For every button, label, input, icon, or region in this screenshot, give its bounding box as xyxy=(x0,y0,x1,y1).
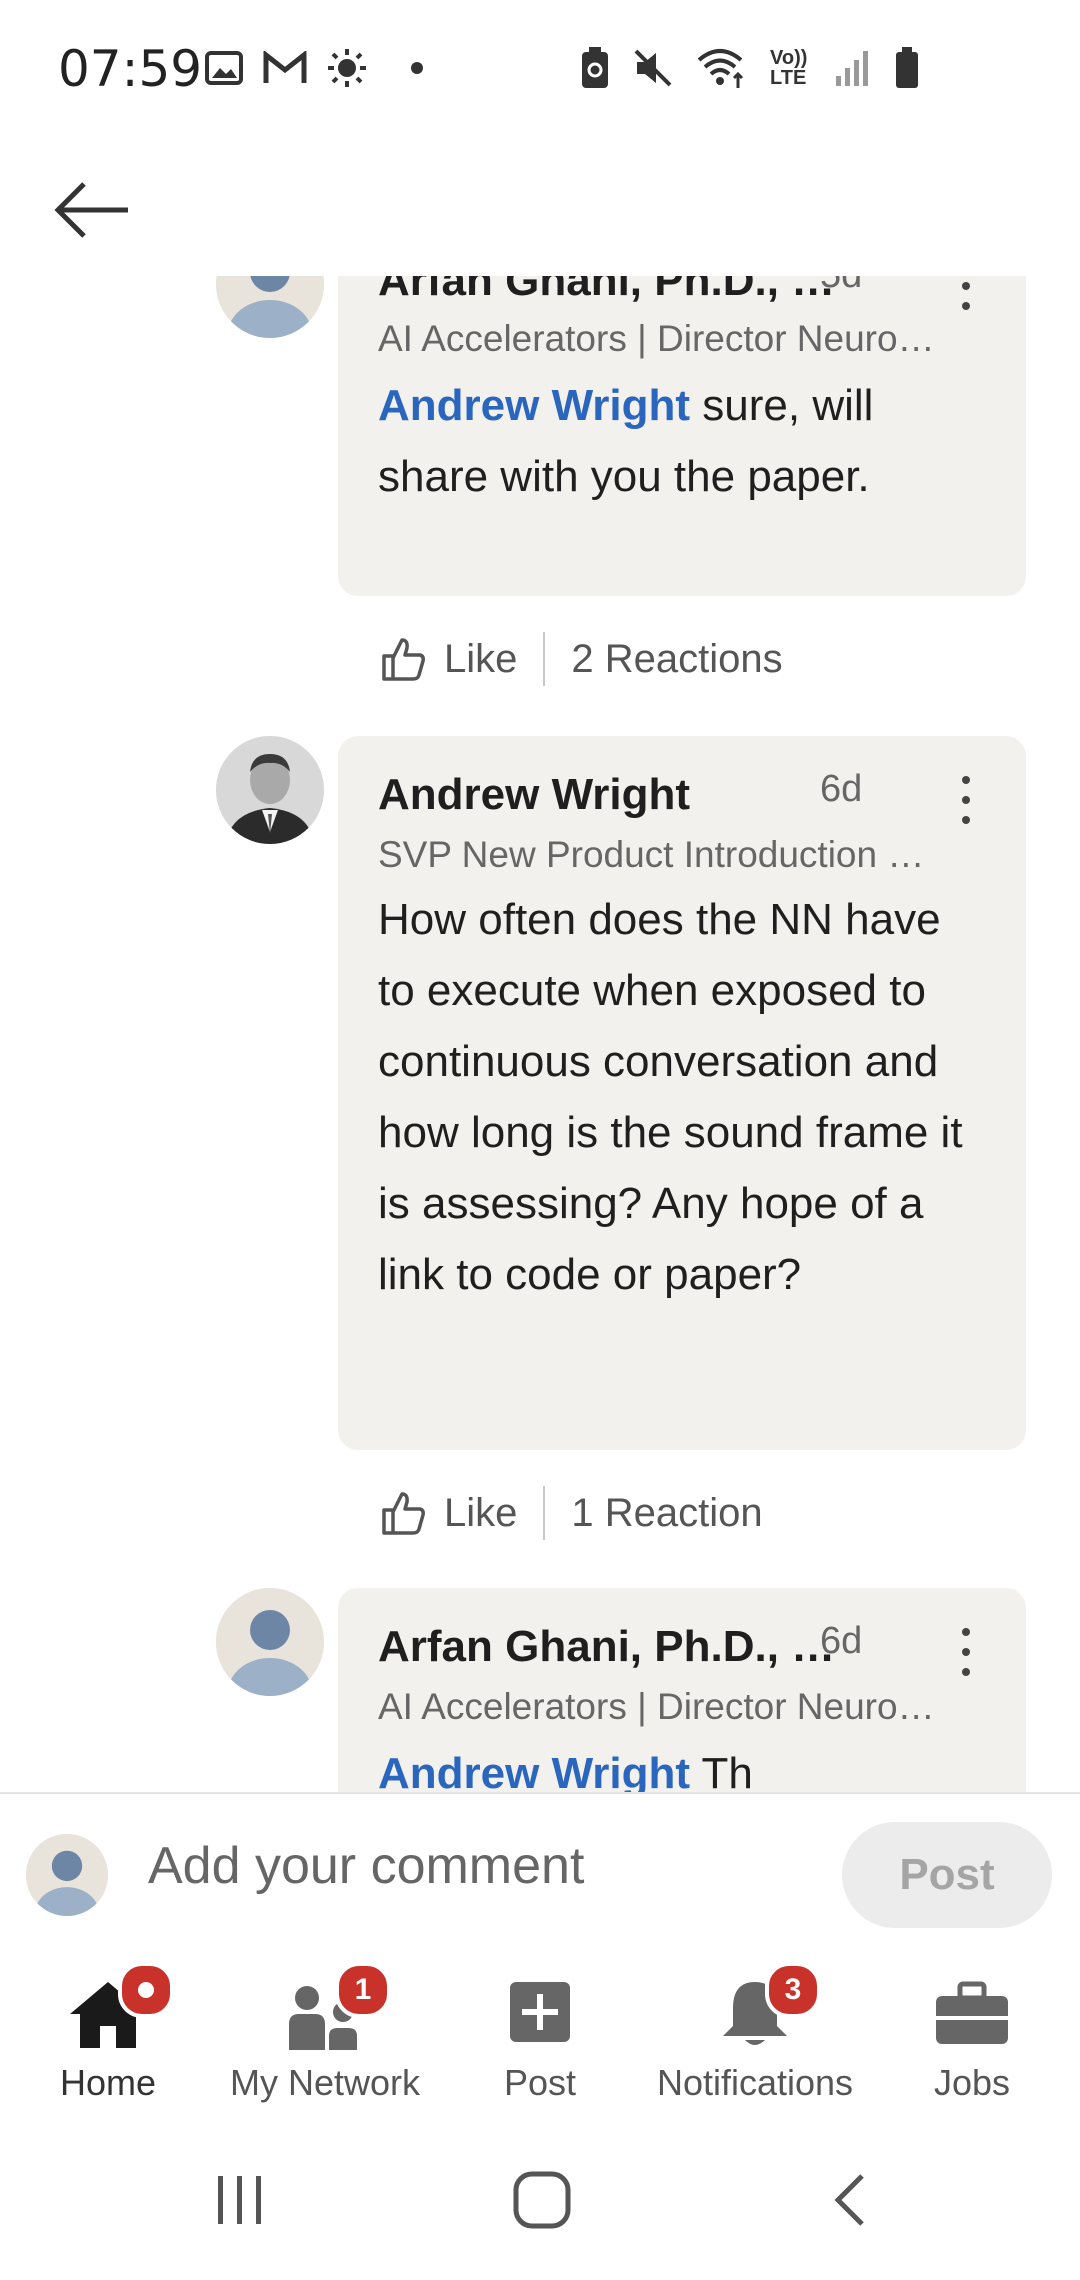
default-avatar-icon xyxy=(216,276,324,338)
reactions-count[interactable]: 1 Reaction xyxy=(571,1491,762,1536)
nav-my-network[interactable]: 1 My Network xyxy=(220,1962,430,2104)
default-avatar-icon xyxy=(26,1834,108,1916)
post-plus-icon xyxy=(510,1982,570,2042)
comment-body: Th xyxy=(690,1749,753,1792)
nav-label: My Network xyxy=(229,2062,421,2103)
my-avatar[interactable] xyxy=(26,1834,108,1916)
nav-home[interactable]: Home xyxy=(48,1962,174,2104)
system-nav-bar xyxy=(0,2124,1080,2280)
nav-jobs[interactable]: Jobs xyxy=(912,1978,1032,2104)
reactions-count[interactable]: 2 Reactions xyxy=(571,637,782,682)
like-button[interactable]: Like xyxy=(444,1491,517,1536)
signal-icon xyxy=(836,51,868,86)
avatar[interactable] xyxy=(216,736,324,844)
badge-count: 3 xyxy=(765,1962,821,2018)
profile-photo-icon xyxy=(216,736,324,844)
bottom-nav: Home 1 My Network Post 3 Notifications J… xyxy=(0,1954,1080,2124)
battery-saver-icon xyxy=(582,47,608,88)
notification-dot xyxy=(118,1962,174,2018)
back-button-icon[interactable] xyxy=(820,2170,880,2230)
status-right-icons: Vo)) LTE xyxy=(580,46,920,90)
comment-text: How often does the NN have to execute wh… xyxy=(378,895,963,1299)
comment-bubble: Andrew Wright 6d SVP New Product Introdu… xyxy=(338,736,1026,1450)
more-options-icon[interactable] xyxy=(956,1622,976,1682)
comment-actions: Like 2 Reactions xyxy=(378,632,783,686)
status-time: 07:59 xyxy=(58,40,203,98)
comment-3: Arfan Ghani, Ph.D., … 6d AI Accelerators… xyxy=(0,1588,1080,1792)
arrow-left-icon[interactable] xyxy=(50,160,140,250)
comment-time: 5d xyxy=(820,276,862,297)
comment-bubble: Arfan Ghani, Ph.D., … 6d AI Accelerators… xyxy=(338,1588,1026,1792)
gallery-icon xyxy=(205,51,243,85)
comment-author[interactable]: Andrew Wright xyxy=(378,770,690,820)
comment-2: Andrew Wright 6d SVP New Product Introdu… xyxy=(0,736,1080,1556)
thumbs-up-icon[interactable] xyxy=(378,634,428,684)
brightness-icon xyxy=(328,49,366,87)
mute-icon xyxy=(634,49,672,87)
comment-text: Andrew Wright sure, will share with you … xyxy=(378,370,988,512)
avatar[interactable] xyxy=(216,1588,324,1696)
comment-headline: AI Accelerators | Director Neuro… xyxy=(378,1686,935,1727)
avatar[interactable] xyxy=(216,276,324,338)
comment-time: 6d xyxy=(820,768,863,810)
nav-label: Notifications xyxy=(656,2062,854,2103)
comment-author[interactable]: Arfan Ghani, Ph.D., … xyxy=(378,276,835,306)
action-divider xyxy=(543,632,546,686)
default-avatar-icon xyxy=(216,1588,324,1696)
like-button[interactable]: Like xyxy=(444,637,517,682)
comment-composer: Add your comment Post xyxy=(0,1792,1080,1956)
comment-text: Andrew Wright Th xyxy=(378,1738,988,1792)
more-options-icon[interactable] xyxy=(956,770,976,830)
mention-link[interactable]: Andrew Wright xyxy=(378,381,690,430)
battery-icon xyxy=(896,47,918,88)
wifi-icon xyxy=(697,49,744,88)
nav-label: Post xyxy=(503,2062,577,2103)
comment-time: 6d xyxy=(820,1620,863,1662)
thumbs-up-icon[interactable] xyxy=(378,1488,428,1538)
home-button-icon[interactable] xyxy=(510,2168,574,2232)
comment-bubble: Arfan Ghani, Ph.D., … 5d AI Accelerators… xyxy=(338,276,1026,596)
nav-notifications[interactable]: 3 Notifications xyxy=(640,1962,870,2104)
action-divider xyxy=(543,1486,546,1540)
nav-post[interactable]: Post xyxy=(480,1978,600,2104)
briefcase-icon xyxy=(936,1981,1008,2044)
gmail-icon xyxy=(263,51,307,83)
comment-author[interactable]: Arfan Ghani, Ph.D., … xyxy=(378,1622,835,1672)
comment-headline: AI Accelerators | Director Neuro… xyxy=(378,318,935,359)
badge-count: 1 xyxy=(335,1962,391,2018)
status-bar: 07:59 Vo)) LTE xyxy=(0,0,1080,140)
recent-apps-icon[interactable] xyxy=(210,2170,270,2230)
nav-label: Jobs xyxy=(933,2062,1011,2103)
comments-list[interactable]: Arfan Ghani, Ph.D., … 5d AI Accelerators… xyxy=(0,276,1080,1792)
volte-icon: Vo)) LTE xyxy=(770,47,808,89)
comment-headline: SVP New Product Introduction … xyxy=(378,834,925,875)
comment-actions: Like 1 Reaction xyxy=(378,1486,763,1540)
mention-link[interactable]: Andrew Wright xyxy=(378,1749,690,1792)
dot-icon xyxy=(411,62,423,74)
comment-1: Arfan Ghani, Ph.D., … 5d AI Accelerators… xyxy=(0,276,1080,690)
post-button[interactable]: Post xyxy=(842,1822,1052,1928)
top-bar xyxy=(0,140,1080,278)
nav-label: Home xyxy=(59,2062,157,2103)
comment-input[interactable]: Add your comment xyxy=(148,1836,584,1896)
status-left-icons xyxy=(205,48,427,88)
more-options-icon[interactable] xyxy=(956,276,976,316)
